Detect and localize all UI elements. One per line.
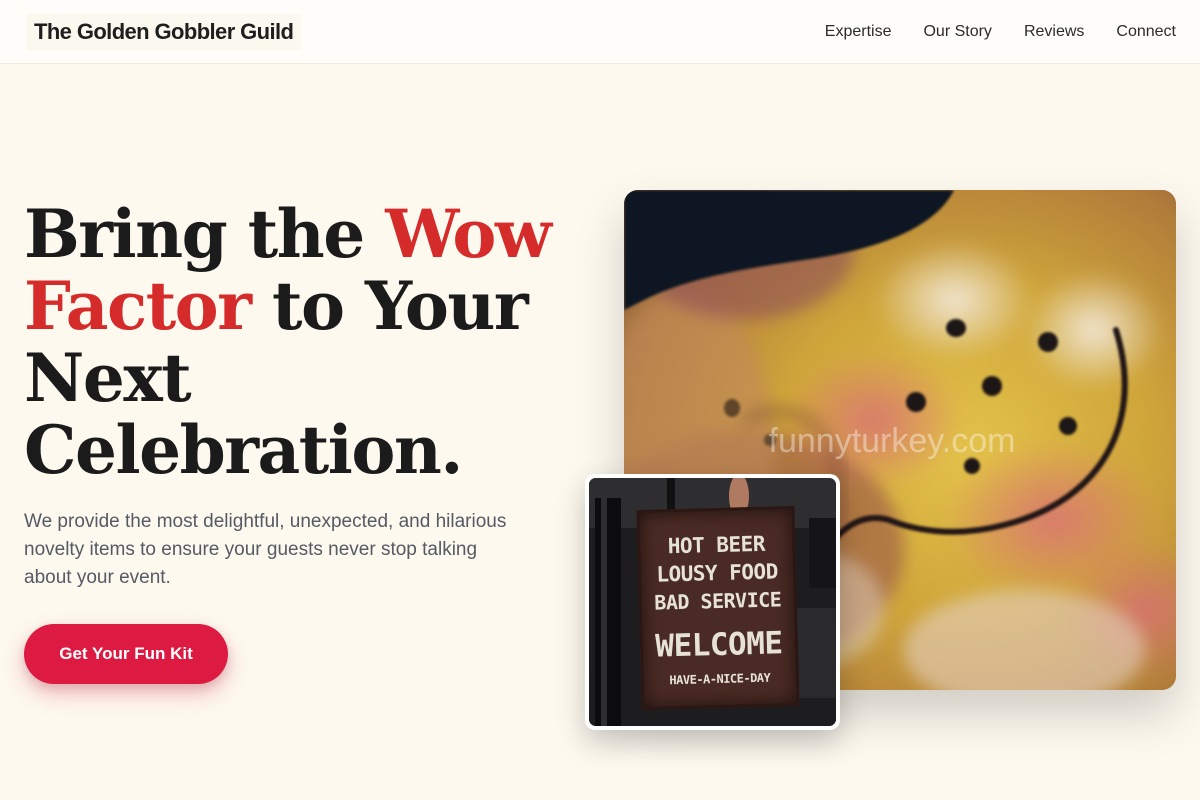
sign-line-1: HOT BEER: [667, 531, 766, 559]
photo-watermark: funnyturkey.com: [769, 422, 1016, 460]
headline-text-start: Bring the: [24, 195, 386, 273]
sign-line-4: WELCOME: [654, 625, 783, 665]
get-fun-kit-button[interactable]: Get Your Fun Kit: [24, 624, 228, 684]
site-header: The Golden Gobbler Guild Expertise Our S…: [0, 0, 1200, 64]
sign-line-3: BAD SERVICE: [654, 587, 782, 615]
hero-headline: Bring the Wow Factor to Your Next Celebra…: [24, 198, 564, 486]
hero-subtext: We provide the most delightful, unexpect…: [24, 511, 507, 588]
nav-link-our-story[interactable]: Our Story: [923, 20, 991, 44]
sign-line-2: LOUSY FOOD: [656, 559, 779, 587]
main-nav: Expertise Our Story Reviews Connect: [793, 20, 1176, 44]
sign-line-5: HAVE-A-NICE-DAY: [669, 670, 771, 688]
sign-photo-card: HOT BEER LOUSY FOOD BAD SERVICE WELCOME …: [585, 474, 840, 730]
nav-link-expertise[interactable]: Expertise: [825, 20, 892, 44]
sign-board: HOT BEER LOUSY FOOD BAD SERVICE WELCOME …: [636, 505, 800, 711]
headline-accent-wow: Wow: [385, 195, 552, 273]
headline-accent-factor: Factor: [24, 267, 252, 345]
sign-photo: HOT BEER LOUSY FOOD BAD SERVICE WELCOME …: [589, 478, 836, 726]
nav-link-reviews[interactable]: Reviews: [1024, 20, 1084, 44]
nav-link-connect[interactable]: Connect: [1116, 20, 1176, 44]
brand-logo[interactable]: The Golden Gobbler Guild: [26, 14, 302, 50]
